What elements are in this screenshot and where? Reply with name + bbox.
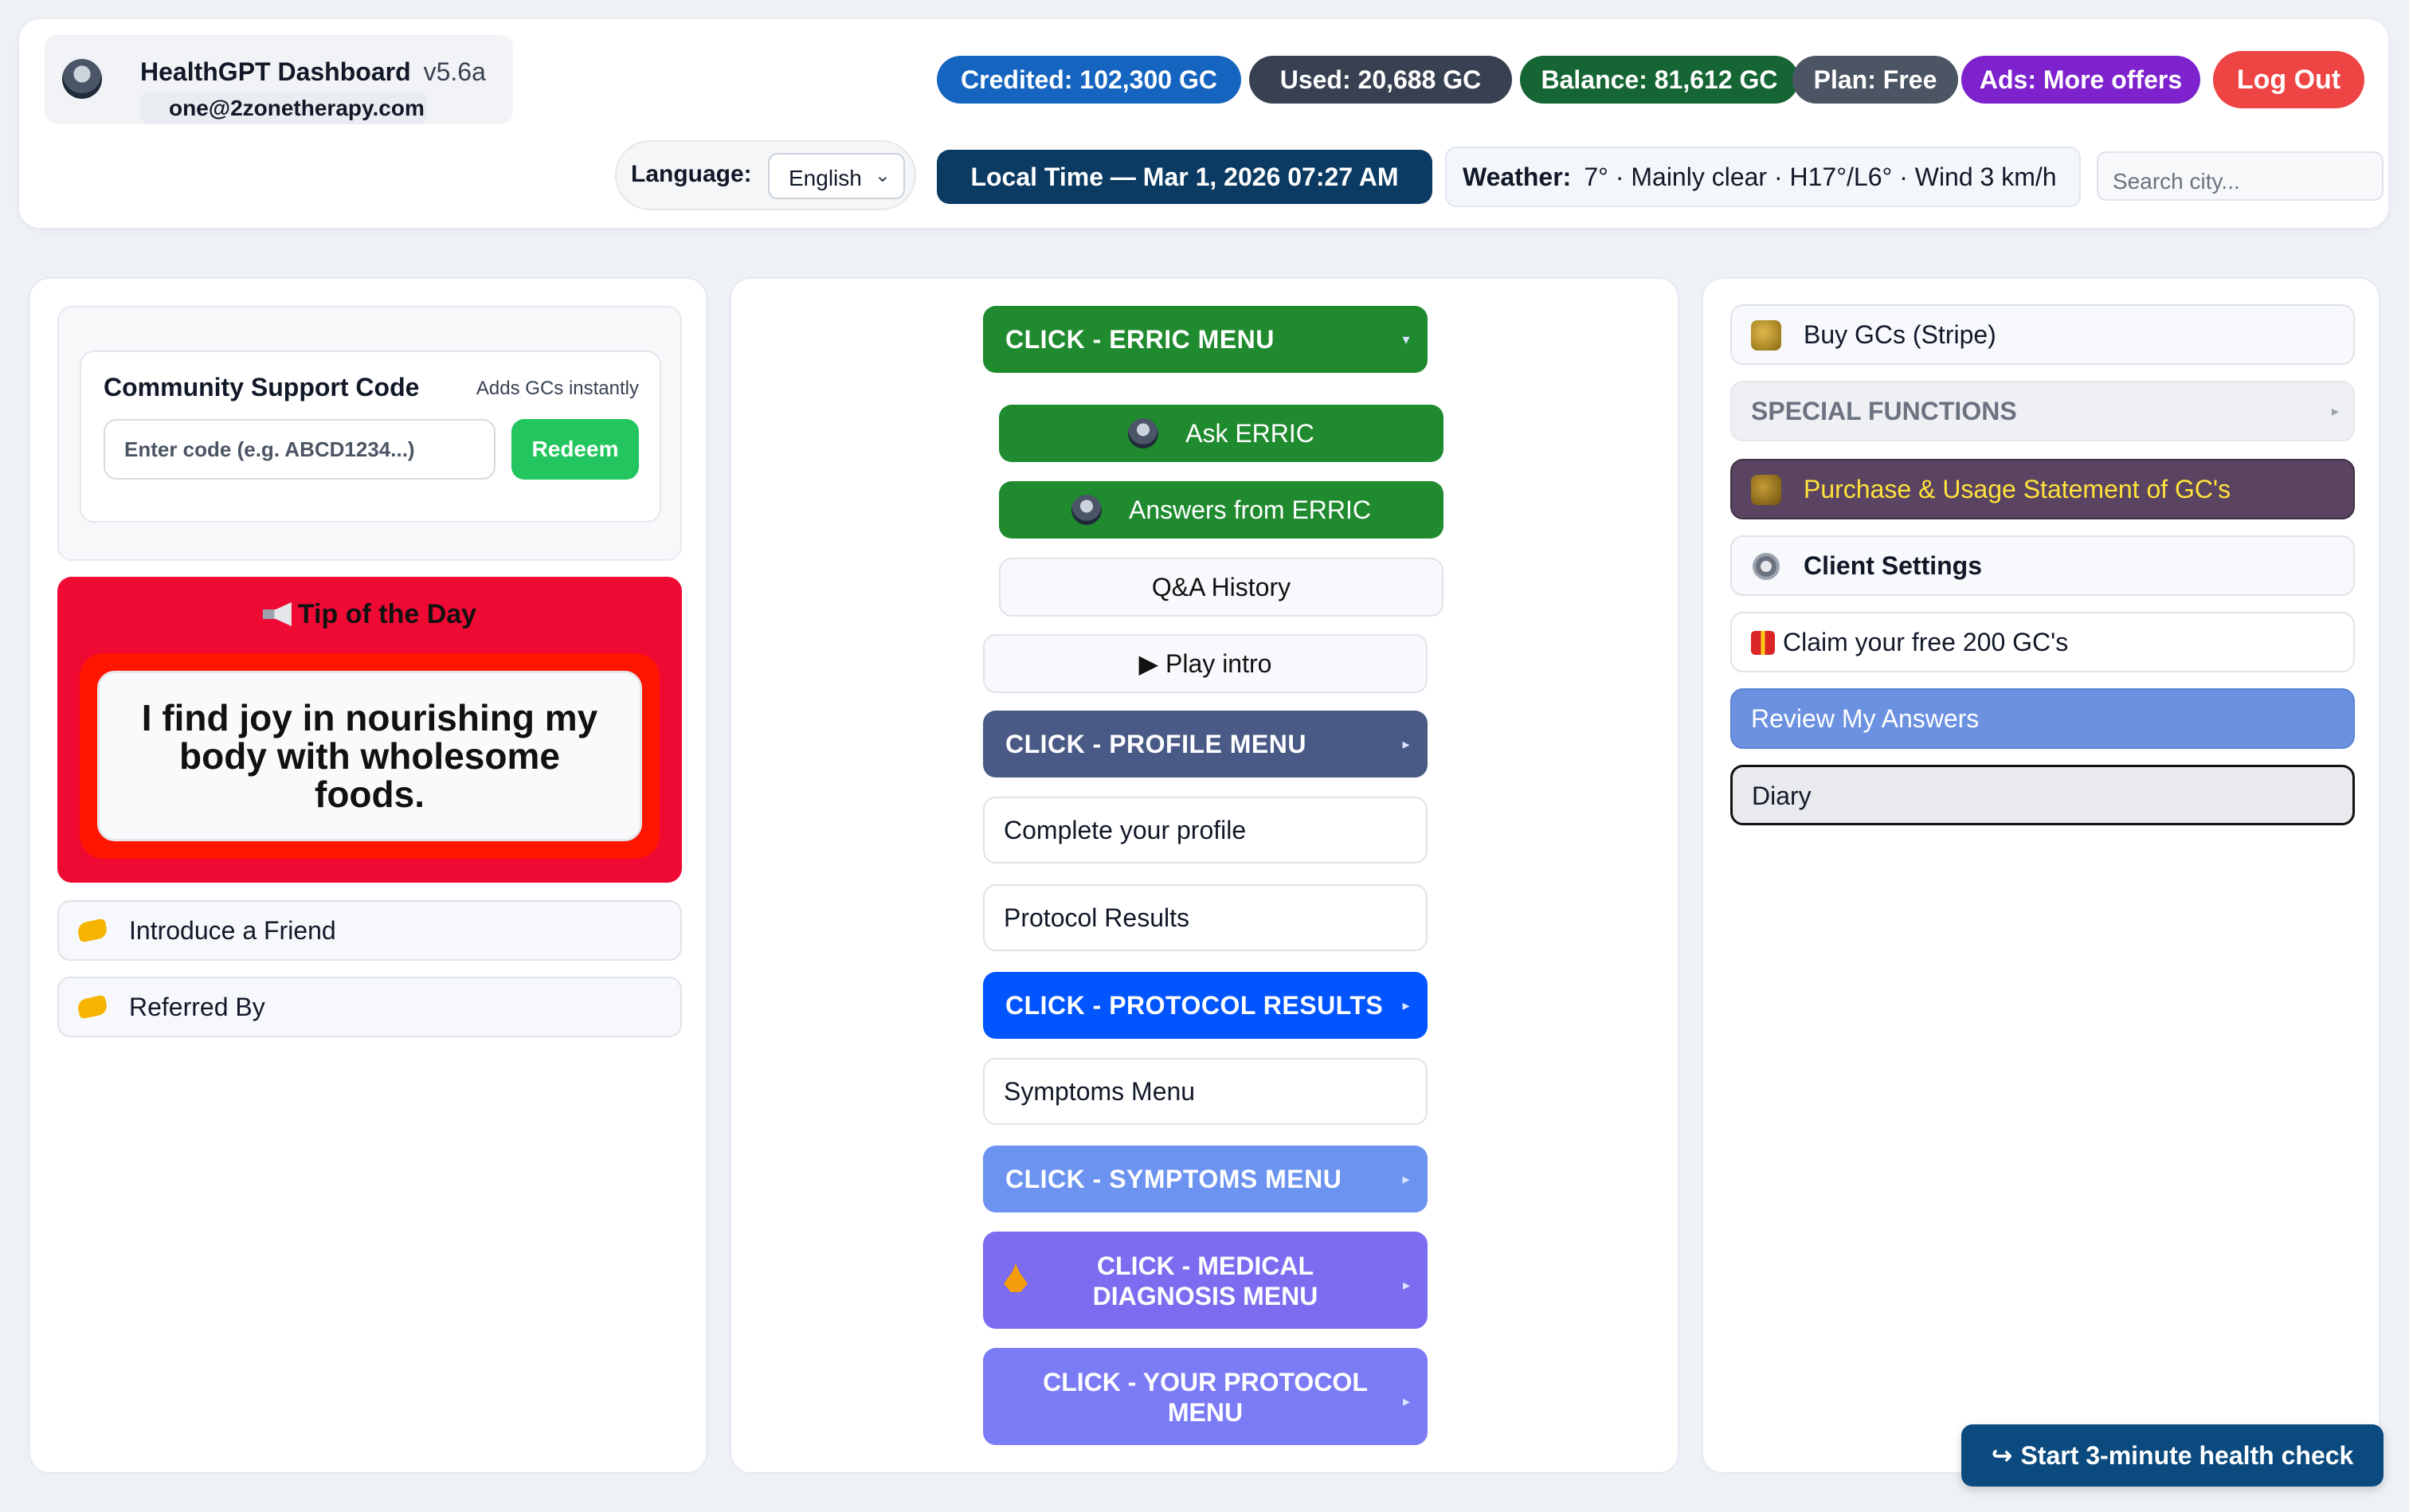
credited-badge: Credited: 102,300 GC	[937, 56, 1241, 104]
profile-menu-label: CLICK - PROFILE MENU	[1005, 730, 1306, 758]
tip-title-text: Tip of the Day	[297, 599, 477, 629]
claim-free-label: Claim your free 200 GC's	[1783, 628, 2069, 656]
app-title: HealthGPT Dashboard v5.6a	[140, 57, 486, 87]
medical-label-line1: CLICK - MEDICAL	[1097, 1252, 1314, 1280]
protocol-results-menu-button[interactable]: CLICK - PROTOCOL RESULTS ▸	[983, 972, 1428, 1039]
symptoms-menu-label: CLICK - SYMPTOMS MENU	[1005, 1165, 1342, 1193]
referred-by-label: Referred By	[129, 993, 265, 1021]
ads-offers-button[interactable]: Ads: More offers	[1961, 56, 2200, 104]
brand-card: HealthGPT Dashboard v5.6a one@2zonetherap…	[45, 35, 513, 124]
buy-gcs-button[interactable]: Buy GCs (Stripe)	[1730, 304, 2355, 365]
triangle-right-icon: ▸	[1402, 1393, 1410, 1409]
support-code-title: Community Support Code	[104, 373, 420, 402]
protocol-results-menu-label: CLICK - PROTOCOL RESULTS	[1005, 991, 1384, 1020]
plan-badge: Plan: Free	[1792, 56, 1958, 104]
your-protocol-line1: CLICK - YOUR PROTOCOL	[1043, 1368, 1368, 1396]
review-answers-button[interactable]: Review My Answers	[1730, 688, 2355, 749]
community-support-section: Community Support Code Adds GCs instantl…	[57, 306, 682, 561]
language-value: English	[789, 166, 862, 190]
diary-button[interactable]: Diary	[1730, 765, 2355, 825]
left-panel: Community Support Code Adds GCs instantl…	[29, 277, 707, 1474]
avatar-icon	[1128, 418, 1159, 449]
protocol-results-link[interactable]: Protocol Results	[983, 884, 1428, 951]
middle-panel: CLICK - ERRIC MENU ▾ Ask ERRIC Answers f…	[730, 277, 1679, 1474]
client-settings-button[interactable]: Client Settings	[1730, 535, 2355, 596]
tip-title: Tip of the Day	[57, 599, 682, 630]
triangle-down-icon: ▾	[1402, 331, 1410, 347]
top-header: HealthGPT Dashboard v5.6a one@2zonetherap…	[19, 19, 2388, 228]
introduce-friend-button[interactable]: Introduce a Friend	[57, 900, 682, 961]
handshake-icon	[76, 918, 109, 943]
language-picker: Language: English ⌄	[615, 140, 916, 210]
weather-label: Weather:	[1463, 163, 1572, 191]
ask-erric-button[interactable]: Ask ERRIC	[999, 405, 1443, 462]
referred-by-button[interactable]: Referred By	[57, 977, 682, 1037]
coin-icon	[1751, 475, 1781, 505]
tip-of-the-day: Tip of the Day I find joy in nourishing …	[57, 577, 682, 883]
triangle-right-icon: ▸	[1402, 736, 1410, 752]
client-settings-label: Client Settings	[1804, 551, 1983, 580]
buy-gcs-label: Buy GCs (Stripe)	[1804, 320, 1996, 349]
profile-menu-button[interactable]: CLICK - PROFILE MENU ▸	[983, 711, 1428, 778]
local-time-badge: Local Time — Mar 1, 2026 07:27 AM	[937, 150, 1432, 204]
special-functions-toggle[interactable]: SPECIAL FUNCTIONS ▸	[1730, 381, 2355, 441]
weather-panel: Weather: 7° · Mainly clear · H17°/L6° · W…	[1445, 147, 2081, 207]
answers-from-erric-button[interactable]: Answers from ERRIC	[999, 481, 1443, 539]
symptoms-menu-link[interactable]: Symptoms Menu	[983, 1058, 1428, 1125]
chevron-down-icon: ⌄	[874, 165, 891, 186]
special-functions-label: SPECIAL FUNCTIONS	[1751, 397, 2017, 425]
your-protocol-line2: MENU	[1167, 1398, 1244, 1427]
app-title-text: HealthGPT Dashboard	[140, 57, 411, 86]
ask-erric-label: Ask ERRIC	[1185, 419, 1314, 448]
medical-diagnosis-menu-button[interactable]: CLICK - MEDICAL DIAGNOSIS MENU ▸	[983, 1232, 1428, 1329]
triangle-right-icon: ▸	[1402, 1171, 1410, 1187]
health-check-button[interactable]: ↪ Start 3-minute health check	[1961, 1424, 2384, 1487]
your-protocol-menu-button[interactable]: CLICK - YOUR PROTOCOL MENU ▸	[983, 1348, 1428, 1445]
redeem-button[interactable]: Redeem	[511, 419, 639, 480]
city-search-input[interactable]	[2097, 151, 2384, 201]
language-select[interactable]: English ⌄	[768, 153, 905, 199]
community-support-card: Community Support Code Adds GCs instantl…	[80, 351, 661, 523]
avatar-icon	[1071, 495, 1102, 525]
purchase-statement-label: Purchase & Usage Statement of GC's	[1804, 475, 2231, 503]
support-code-note: Adds GCs instantly	[476, 378, 639, 399]
app-version: v5.6a	[423, 57, 486, 86]
user-email: one@2zonetherapy.com	[140, 92, 427, 124]
gift-icon	[1751, 631, 1775, 655]
purchase-statement-button[interactable]: Purchase & Usage Statement of GC's	[1730, 459, 2355, 519]
triangle-right-icon: ▸	[2331, 403, 2339, 419]
used-badge: Used: 20,688 GC	[1249, 56, 1512, 104]
weather-value: 7° · Mainly clear · H17°/L6° · Wind 3 km…	[1584, 163, 2057, 191]
qa-history-button[interactable]: Q&A History	[999, 558, 1443, 617]
answers-erric-label: Answers from ERRIC	[1128, 496, 1372, 524]
megaphone-icon	[262, 602, 292, 626]
erric-menu-button[interactable]: CLICK - ERRIC MENU ▾	[983, 306, 1428, 373]
symptoms-menu-button[interactable]: CLICK - SYMPTOMS MENU ▸	[983, 1146, 1428, 1212]
triangle-right-icon: ▸	[1402, 1277, 1410, 1293]
play-intro-button[interactable]: ▶ Play intro	[983, 634, 1428, 693]
logout-button[interactable]: Log Out	[2213, 51, 2364, 108]
coin-icon	[1751, 320, 1781, 351]
gear-icon	[1753, 553, 1780, 580]
balance-badge: Balance: 81,612 GC	[1520, 56, 1799, 104]
support-code-input[interactable]	[104, 419, 496, 480]
tip-frame: I find joy in nourishing my body with wh…	[80, 653, 660, 859]
complete-profile-button[interactable]: Complete your profile	[983, 797, 1428, 864]
handshake-icon	[76, 994, 109, 1020]
avatar-icon	[62, 59, 102, 99]
erric-menu-label: CLICK - ERRIC MENU	[1005, 325, 1275, 354]
health-check-label: Start 3-minute health check	[2020, 1441, 2354, 1470]
claim-free-gcs-button[interactable]: Claim your free 200 GC's	[1730, 612, 2355, 672]
right-panel: Buy GCs (Stripe) SPECIAL FUNCTIONS ▸ Pur…	[1702, 277, 2380, 1474]
language-label: Language:	[631, 161, 752, 187]
tip-text: I find joy in nourishing my body with wh…	[97, 671, 642, 841]
medical-label-line2: DIAGNOSIS MENU	[1092, 1282, 1318, 1310]
arrow-icon: ↪	[1991, 1441, 2013, 1470]
triangle-right-icon: ▸	[1402, 997, 1410, 1013]
introduce-friend-label: Introduce a Friend	[129, 916, 336, 945]
